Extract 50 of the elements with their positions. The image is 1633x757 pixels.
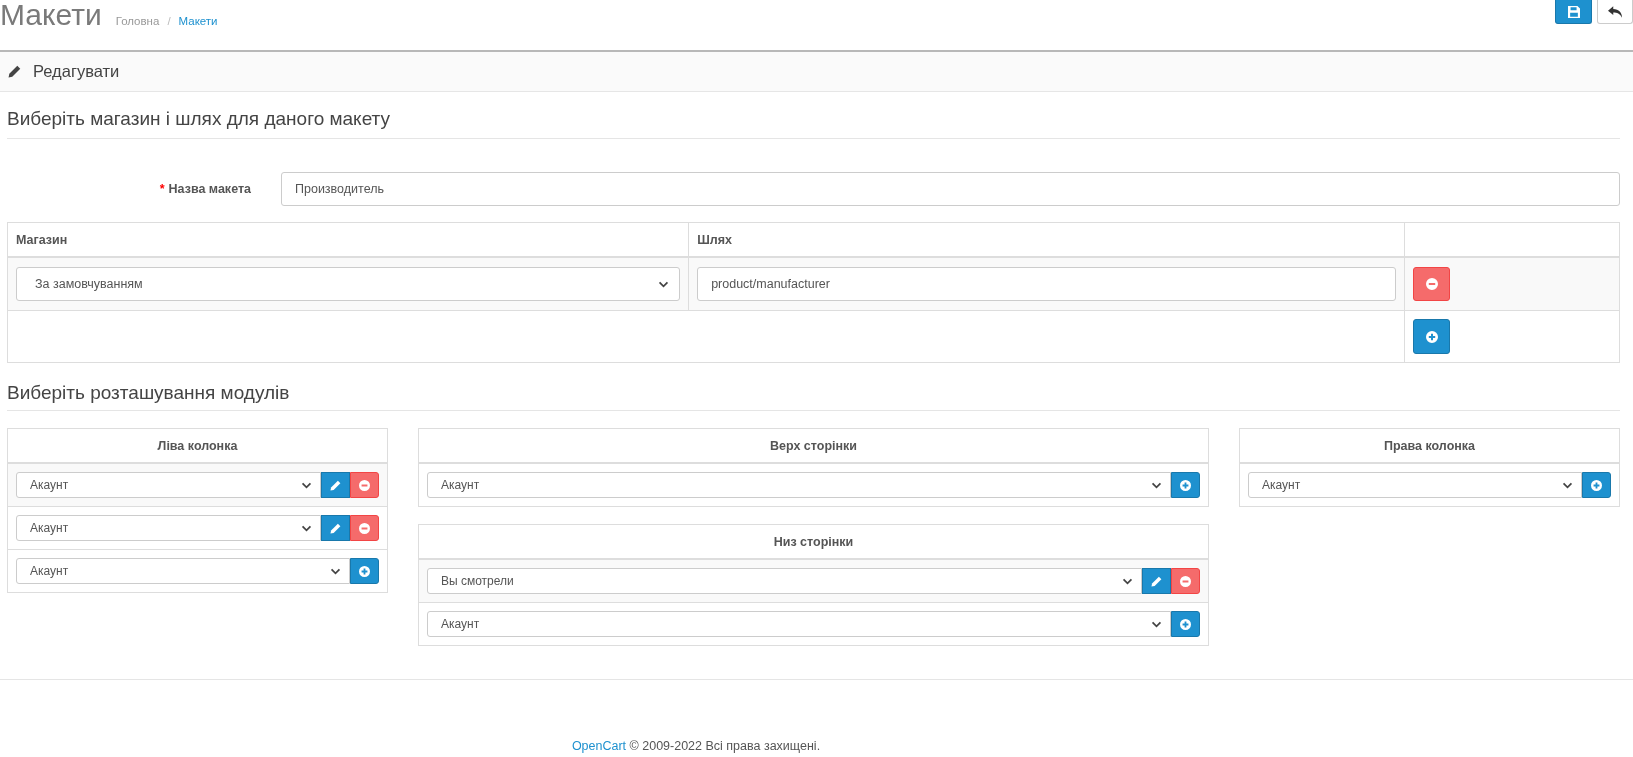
remove-button[interactable] <box>350 515 379 541</box>
chevron-icon <box>1151 620 1162 628</box>
back-button[interactable] <box>1597 0 1633 24</box>
pencil-icon <box>330 522 341 534</box>
add-button[interactable] <box>1171 472 1200 498</box>
module-select[interactable]: Акаунт <box>16 472 321 498</box>
position-header: Права колонка <box>1240 429 1619 464</box>
page-title: Макети <box>0 0 102 30</box>
remove-button[interactable] <box>1171 568 1200 594</box>
store-select[interactable]: За замовчуванням <box>16 267 681 301</box>
module-select[interactable]: Акаунт <box>16 515 321 541</box>
save-button[interactable] <box>1555 0 1592 24</box>
pencil-icon <box>330 479 341 491</box>
module-select[interactable]: Вы смотрели <box>427 568 1142 594</box>
edit-button[interactable] <box>1142 568 1171 594</box>
add-button[interactable] <box>350 558 379 584</box>
footer-text: OpenCart © 2009-2022 Всі права захищені. <box>570 739 822 754</box>
chevron-icon <box>1122 577 1133 585</box>
module-select[interactable]: Акаунт <box>427 611 1171 637</box>
module-select[interactable]: Акаунт <box>1248 472 1582 498</box>
chevron-icon <box>1151 481 1162 489</box>
pencil-icon <box>8 65 21 78</box>
edit-button[interactable] <box>321 515 350 541</box>
chevron-icon <box>301 481 312 489</box>
module-select[interactable]: Акаунт <box>427 472 1171 498</box>
chevron-icon <box>330 567 341 575</box>
remove-button[interactable] <box>1413 267 1451 301</box>
panel-title: Редагувати <box>33 62 120 81</box>
breadcrumb-link[interactable]: Макети <box>178 15 218 27</box>
remove-button[interactable] <box>350 472 379 498</box>
reply-icon <box>1608 5 1622 18</box>
save-icon <box>1567 5 1580 18</box>
chevron-icon <box>1562 481 1573 489</box>
chevron-icon <box>658 280 670 288</box>
section-heading: Виберіть магазин і шлях для даного макету <box>7 106 1620 139</box>
pencil-icon <box>1151 575 1162 587</box>
position-header: Верх сторінки <box>419 429 1208 464</box>
section-heading: Виберіть розташування модулів <box>7 380 1620 411</box>
field-label: Назва макета <box>168 182 251 196</box>
module-select[interactable]: Акаунт <box>16 558 350 584</box>
footer-link[interactable]: OpenCart <box>571 739 627 753</box>
layout-name-input[interactable]: Производитель <box>281 172 1620 206</box>
add-button[interactable] <box>1171 611 1200 637</box>
edit-button[interactable] <box>321 472 350 498</box>
add-button[interactable] <box>1413 319 1451 354</box>
required-mark: * <box>159 182 165 196</box>
breadcrumb-separator: / <box>167 15 171 27</box>
route-input[interactable]: product/manufacturer <box>697 267 1397 301</box>
add-button[interactable] <box>1582 472 1611 498</box>
chevron-icon <box>301 524 312 532</box>
